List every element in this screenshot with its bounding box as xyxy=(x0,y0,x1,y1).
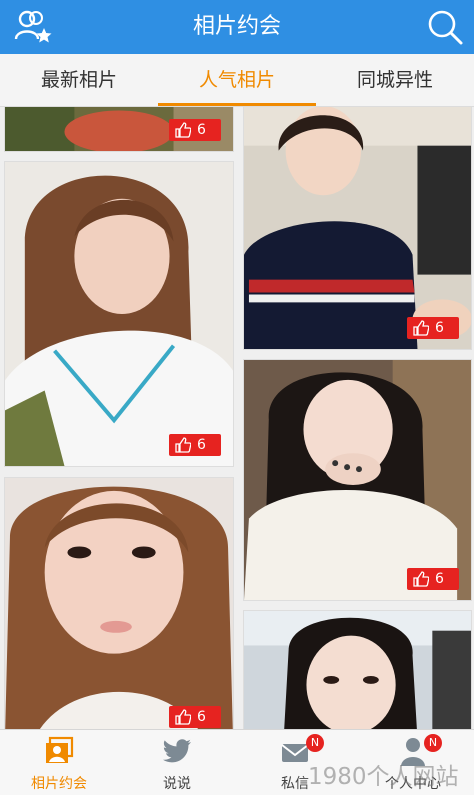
photo-card[interactable]: 6 xyxy=(4,161,234,467)
thumbs-up-icon xyxy=(175,437,191,453)
photo-card[interactable]: 6 xyxy=(243,359,472,601)
like-count: 6 xyxy=(197,437,206,453)
like-badge[interactable]: 6 xyxy=(169,434,221,456)
photo-card[interactable]: 6 xyxy=(4,477,234,729)
photos-icon xyxy=(46,736,74,763)
photo-image xyxy=(244,611,471,729)
like-badge[interactable]: 6 xyxy=(407,568,459,590)
photo-card[interactable]: 6 xyxy=(243,107,472,350)
photo-grid: 6 6 6 6 6 xyxy=(0,107,474,729)
like-badge[interactable]: 6 xyxy=(169,119,221,141)
photo-card[interactable] xyxy=(243,610,472,729)
notification-badge: N xyxy=(306,734,324,752)
tab-bar: 最新相片 人气相片 同城异性 xyxy=(0,54,474,107)
photo-image xyxy=(244,360,471,600)
watermark-text: 1980个人网站 xyxy=(308,764,459,790)
thumbs-up-icon xyxy=(413,571,429,587)
tab-local-opposite-sex[interactable]: 同城异性 xyxy=(316,54,474,106)
nav-posts[interactable]: 说说 xyxy=(118,730,236,795)
like-count: 6 xyxy=(197,122,206,138)
page-title: 相片约会 xyxy=(192,14,281,39)
photo-image xyxy=(5,478,233,729)
tab-popular-photos[interactable]: 人气相片 xyxy=(158,54,316,106)
like-count: 6 xyxy=(435,571,444,587)
nav-label: 说说 xyxy=(163,776,191,792)
photo-image xyxy=(5,162,233,466)
notification-badge: N xyxy=(424,734,442,752)
bird-icon xyxy=(163,739,191,763)
thumbs-up-icon xyxy=(413,320,429,336)
photo-image xyxy=(244,107,471,349)
like-count: 6 xyxy=(435,320,444,336)
photo-card[interactable]: 6 xyxy=(4,107,234,152)
app-header: 相片约会 xyxy=(0,0,474,54)
like-count: 6 xyxy=(197,709,206,725)
search-icon[interactable] xyxy=(426,8,464,46)
nav-photo-dating[interactable]: 相片约会 xyxy=(0,730,118,795)
thumbs-up-icon xyxy=(175,122,191,138)
tab-latest-photos[interactable]: 最新相片 xyxy=(0,54,158,106)
nav-label: 相片约会 xyxy=(31,776,87,792)
like-badge[interactable]: 6 xyxy=(169,706,221,728)
like-badge[interactable]: 6 xyxy=(407,317,459,339)
thumbs-up-icon xyxy=(175,709,191,725)
